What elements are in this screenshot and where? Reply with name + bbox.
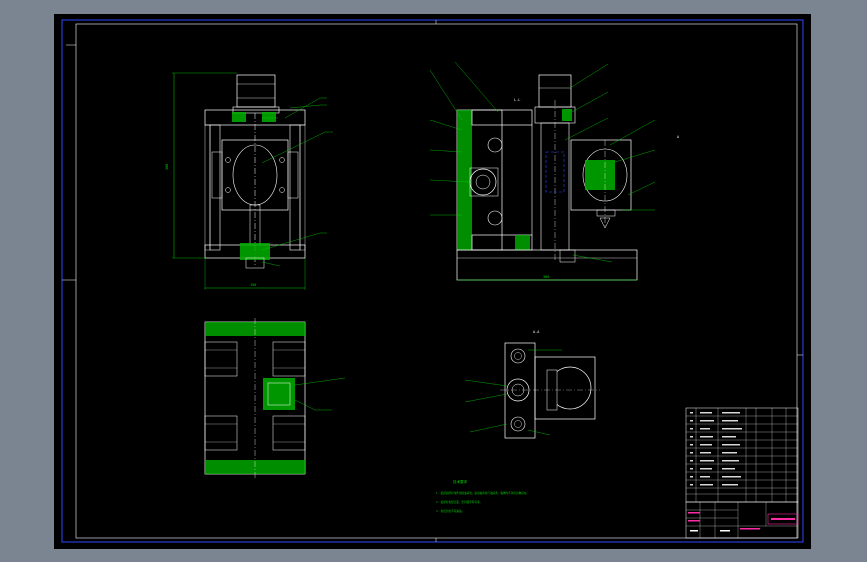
svg-text:L-L: L-L <box>514 98 520 102</box>
tech-req-1: 1. 装配前所有零件用煤油清洗，滚动轴承用汽油清洗，箱体内不许有杂物存在。 <box>436 491 529 495</box>
tech-req-3: 3. 各密封处不得漏油。 <box>436 509 464 513</box>
dim-width-side: 300 <box>543 275 549 279</box>
tech-req-heading: 技术要求 <box>453 479 467 484</box>
section-label: A-A <box>533 330 540 334</box>
cad-drawing: 300 150 300 L-L A A-A 技术要求 1. 装配前所有零件用煤油… <box>54 14 811 549</box>
drawing-sheet <box>54 14 811 549</box>
dim-height-front: 300 <box>165 164 169 170</box>
dim-width-front: 150 <box>250 283 256 287</box>
tech-req-2: 2. 装配时各配合面，密封面不得有漆。 <box>436 500 482 504</box>
